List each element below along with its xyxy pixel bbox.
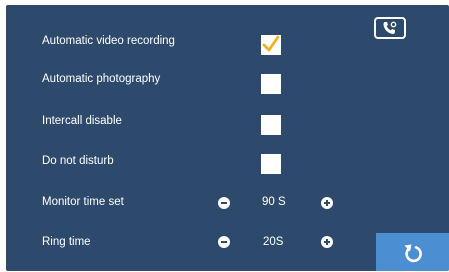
back-button[interactable] (376, 233, 449, 271)
intercall-disable-label: Intercall disable (42, 115, 122, 127)
auto-video-checkbox[interactable] (261, 35, 281, 55)
intercall-disable-checkbox[interactable] (261, 115, 281, 135)
settings-screen: Automatic video recording Automatic phot… (6, 5, 449, 271)
auto-photo-label: Automatic photography (42, 73, 161, 85)
back-arrow-icon (404, 244, 422, 263)
ring-time-value: 20S (263, 236, 284, 248)
do-not-disturb-label: Do not disturb (42, 155, 114, 167)
auto-photo-checkbox[interactable] (261, 74, 281, 94)
monitor-time-value: 90 S (262, 196, 286, 208)
monitor-time-decrease-button[interactable] (218, 197, 230, 209)
monitor-time-increase-button[interactable] (321, 197, 333, 209)
checkmark-icon (262, 35, 280, 52)
auto-video-label: Automatic video recording (42, 35, 175, 47)
ring-time-increase-button[interactable] (321, 236, 333, 248)
phone-settings-icon (383, 21, 397, 34)
phone-settings-button[interactable] (374, 17, 406, 39)
monitor-time-label: Monitor time set (42, 196, 124, 208)
ring-time-decrease-button[interactable] (218, 236, 230, 248)
ring-time-label: Ring time (42, 236, 91, 248)
do-not-disturb-checkbox[interactable] (261, 154, 281, 174)
